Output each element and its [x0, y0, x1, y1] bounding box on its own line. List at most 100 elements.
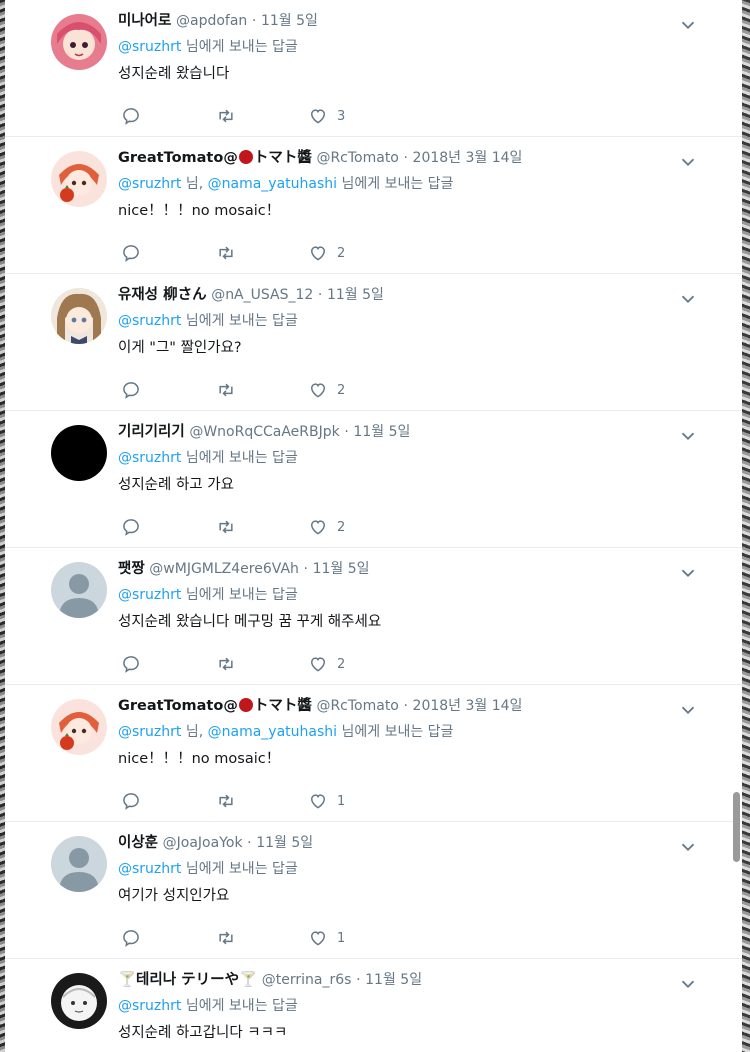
reply-button[interactable] [121, 516, 141, 538]
retweet-button[interactable] [216, 379, 236, 401]
user-handle[interactable]: @terrina_r6s [262, 972, 352, 988]
mention-link-2[interactable]: @nama_yatuhashi [208, 724, 337, 740]
user-handle[interactable]: @nA_USAS_12 [211, 287, 313, 303]
chevron-down-icon [681, 432, 695, 441]
timestamp[interactable]: 11월 5일 [365, 972, 422, 988]
mention-link[interactable]: @sruzhrt [118, 313, 181, 329]
retweet-button[interactable] [216, 790, 236, 812]
avatar[interactable] [51, 699, 107, 755]
reply-icon [123, 930, 139, 947]
mention-link[interactable]: @sruzhrt [118, 861, 181, 877]
avatar[interactable] [51, 288, 107, 344]
avatar[interactable] [51, 836, 107, 892]
like-button[interactable]: 2 [308, 653, 345, 675]
reply-button[interactable] [121, 790, 141, 812]
reply-icon [123, 656, 139, 673]
timestamp[interactable]: 11월 5일 [353, 424, 410, 440]
reply-context: @sruzhrt 님에게 보내는 답글 [118, 37, 298, 57]
avatar[interactable] [51, 562, 107, 618]
display-name[interactable]: GreatTomato@ [118, 150, 238, 166]
user-handle[interactable]: @wMJGMLZ4ere6VAh [149, 561, 299, 577]
user-handle[interactable]: @RcTomato [316, 150, 398, 166]
mention-link-2[interactable]: @nama_yatuhashi [208, 176, 337, 192]
display-name[interactable]: 미나어로 [118, 13, 171, 29]
reply-button[interactable] [121, 105, 141, 127]
retweet-icon [219, 383, 233, 397]
like-button[interactable]: 1 [308, 927, 345, 949]
avatar[interactable] [51, 151, 107, 207]
reply-mid: 님, [181, 176, 208, 192]
mention-link[interactable]: @sruzhrt [118, 587, 181, 603]
display-name[interactable]: 이상훈 [118, 835, 158, 851]
scrollbar-thumb[interactable] [733, 792, 740, 862]
retweet-icon [219, 931, 233, 945]
display-name[interactable]: 팻짱 [118, 561, 145, 577]
tweet-menu-button[interactable] [677, 562, 699, 584]
chevron-down-icon [681, 158, 695, 167]
tweet-menu-button[interactable] [677, 288, 699, 310]
mention-link[interactable]: @sruzhrt [118, 39, 181, 55]
retweet-button[interactable] [216, 927, 236, 949]
user-handle[interactable]: @RcTomato [316, 698, 398, 714]
mention-link[interactable]: @sruzhrt [118, 724, 181, 740]
like-count: 2 [337, 382, 346, 398]
timestamp[interactable]: 11월 5일 [261, 13, 318, 29]
display-name[interactable]: GreatTomato@ [118, 698, 238, 714]
tweet[interactable]: 기리기리기 @WnoRqCCaAeRBJpk · 11월 5일 @sruzhrt… [5, 411, 742, 548]
tweet-menu-button[interactable] [677, 836, 699, 858]
avatar[interactable] [51, 14, 107, 70]
like-button[interactable]: 3 [308, 105, 345, 127]
like-button[interactable]: 2 [308, 379, 345, 401]
timestamp[interactable]: 2018년 3월 14일 [413, 150, 523, 166]
retweet-button[interactable] [216, 653, 236, 675]
tweet-menu-button[interactable] [677, 425, 699, 447]
tweet[interactable]: 🍸테리나 テリーや🍸 @terrina_r6s · 11월 5일 @sruzhr… [5, 959, 742, 1052]
separator-dot: · [247, 835, 252, 851]
tweet[interactable]: GreatTomato@ トマト醬 @RcTomato · 2018년 3월 14… [5, 685, 742, 822]
like-button[interactable]: 2 [308, 242, 345, 264]
like-button[interactable]: 1 [308, 790, 345, 812]
retweet-icon [219, 520, 233, 534]
avatar[interactable] [51, 973, 107, 1029]
timestamp[interactable]: 2018년 3월 14일 [413, 698, 523, 714]
like-button[interactable]: 2 [308, 516, 345, 538]
display-name[interactable]: 유재성 柳さん [118, 287, 207, 303]
reply-feed: 미나어로 @apdofan · 11월 5일 @sruzhrt 님에게 보내는 … [5, 0, 742, 1052]
reply-context: @sruzhrt 님에게 보내는 답글 [118, 448, 298, 468]
tweet-text: 성지순례 하고갑니다 ㅋㅋㅋ [118, 1025, 288, 1041]
display-name[interactable]: 기리기리기 [118, 424, 185, 440]
retweet-button[interactable] [216, 516, 236, 538]
tweet-menu-button[interactable] [677, 14, 699, 36]
tweet-menu-button[interactable] [677, 699, 699, 721]
tweet[interactable]: 이상훈 @JoaJoaYok · 11월 5일 @sruzhrt 님에게 보내는… [5, 822, 742, 959]
reply-button[interactable] [121, 242, 141, 264]
mention-link[interactable]: @sruzhrt [118, 176, 181, 192]
timestamp[interactable]: 11월 5일 [313, 561, 370, 577]
tweet[interactable]: GreatTomato@ トマト醬 @RcTomato · 2018년 3월 14… [5, 137, 742, 274]
red-circle-icon [238, 150, 253, 164]
timestamp[interactable]: 11월 5일 [256, 835, 313, 851]
display-name[interactable]: 🍸테리나 テリーや🍸 [118, 972, 257, 988]
reply-button[interactable] [121, 927, 141, 949]
user-handle[interactable]: @WnoRqCCaAeRBJpk [189, 424, 339, 440]
user-handle[interactable]: @apdofan [176, 13, 247, 29]
timestamp[interactable]: 11월 5일 [327, 287, 384, 303]
display-name-suffix[interactable]: トマト醬 [254, 150, 312, 166]
reply-button[interactable] [121, 653, 141, 675]
reply-mid: 님, [181, 724, 208, 740]
avatar[interactable] [51, 425, 107, 481]
tweet[interactable]: 유재성 柳さん @nA_USAS_12 · 11월 5일 @sruzhrt 님에… [5, 274, 742, 411]
background-right-edge [742, 0, 750, 1052]
retweet-button[interactable] [216, 242, 236, 264]
reply-button[interactable] [121, 379, 141, 401]
chevron-down-icon [681, 843, 695, 852]
tweet[interactable]: 미나어로 @apdofan · 11월 5일 @sruzhrt 님에게 보내는 … [5, 0, 742, 137]
mention-link[interactable]: @sruzhrt [118, 998, 181, 1014]
mention-link[interactable]: @sruzhrt [118, 450, 181, 466]
retweet-button[interactable] [216, 105, 236, 127]
tweet-menu-button[interactable] [677, 973, 699, 995]
tweet-menu-button[interactable] [677, 151, 699, 173]
tweet[interactable]: 팻짱 @wMJGMLZ4ere6VAh · 11월 5일 @sruzhrt 님에… [5, 548, 742, 685]
user-handle[interactable]: @JoaJoaYok [163, 835, 243, 851]
display-name-suffix[interactable]: トマト醬 [254, 698, 312, 714]
